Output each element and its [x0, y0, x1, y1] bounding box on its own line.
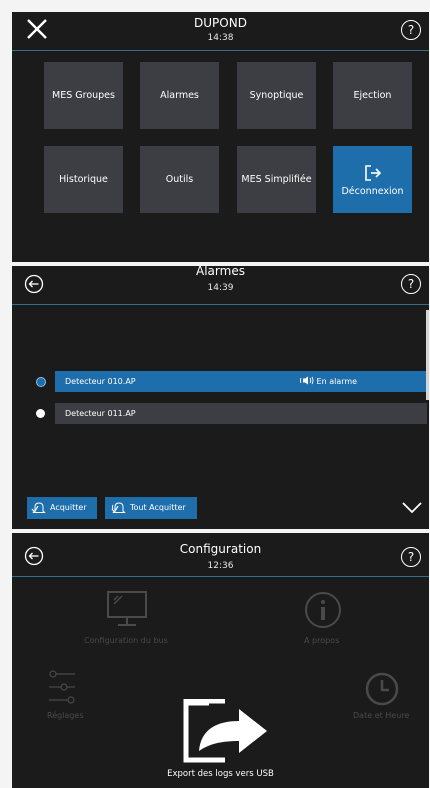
acquit-all-label: Tout Acquitter	[130, 503, 186, 512]
alarm-state: En alarme	[300, 371, 357, 392]
alarm-select-radio[interactable]	[36, 377, 46, 387]
alarm-state-text: En alarme	[316, 377, 358, 386]
page-title: DUPOND	[194, 16, 247, 30]
tile-label: Outils	[165, 174, 194, 185]
header-time: 14:38	[207, 33, 234, 43]
export-logs-label: Export des logs vers USB	[167, 769, 274, 779]
alarmes-button[interactable]: Alarmes	[140, 62, 219, 129]
configuration-header: Configuration 12:36 ?	[12, 533, 429, 577]
settings-button[interactable]	[48, 669, 76, 713]
tile-label: MES Groupes	[52, 90, 115, 101]
clock-icon	[365, 672, 399, 706]
historique-button[interactable]: Historique	[44, 146, 123, 213]
alarm-name: Detecteur 010.AP	[65, 377, 136, 386]
datetime-label: Date et Heure	[353, 711, 410, 720]
ejection-button[interactable]: Ejection	[333, 62, 412, 129]
about-label: A propos	[304, 636, 340, 645]
datetime-button[interactable]	[365, 672, 399, 710]
acquit-label: Acquitter	[50, 503, 87, 512]
tile-label: Alarmes	[160, 90, 199, 101]
bus-config-button[interactable]	[106, 590, 148, 634]
scroll-down-button[interactable]	[401, 500, 423, 519]
scrollbar[interactable]	[426, 310, 429, 400]
mes-groupes-button[interactable]: MES Groupes	[44, 62, 123, 129]
bus-config-label: Configuration du bus	[84, 636, 168, 645]
deconnexion-button[interactable]: Déconnexion	[333, 146, 412, 213]
main-menu-header: DUPOND 14:38 ?	[12, 12, 429, 51]
header-time: 12:36	[207, 561, 234, 571]
help-button[interactable]: ?	[401, 20, 421, 40]
tile-label: Synoptique	[249, 90, 304, 101]
page-title: Alarmes	[196, 266, 245, 278]
tile-label: Historique	[59, 174, 108, 185]
chevron-down-icon	[402, 502, 422, 514]
export-icon	[183, 698, 267, 763]
alarm-name: Detecteur 011.AP	[65, 409, 136, 418]
acquit-button[interactable]: Acquitter	[27, 497, 97, 519]
tile-label: Déconnexion	[341, 185, 404, 197]
logout-icon	[364, 164, 381, 181]
info-icon	[305, 592, 341, 628]
page-title: Configuration	[179, 542, 262, 556]
alarm-row[interactable]: Detecteur 010.AP En alarme	[55, 371, 427, 392]
help-button[interactable]: ?	[401, 274, 421, 294]
main-menu-panel: DUPOND 14:38 ? MES Groupes Alarmes Synop…	[12, 12, 429, 262]
about-button[interactable]	[304, 591, 342, 633]
help-icon: ?	[407, 277, 415, 291]
sliders-icon	[49, 670, 75, 704]
tile-label: Ejection	[353, 90, 392, 101]
export-logs-button[interactable]	[183, 698, 269, 767]
alarms-panel: Alarmes 14:39 ? Detecteur 010.AP En alar…	[12, 266, 429, 529]
acquit-all-button[interactable]: Tout Acquitter	[105, 497, 197, 519]
help-button[interactable]: ?	[401, 547, 421, 567]
help-icon: ?	[407, 550, 415, 564]
synoptique-button[interactable]: Synoptique	[237, 62, 316, 129]
alarm-row[interactable]: Detecteur 011.AP	[55, 403, 427, 424]
alarm-select-radio[interactable]	[36, 409, 45, 418]
monitor-icon	[107, 591, 147, 626]
outils-button[interactable]: Outils	[140, 146, 219, 213]
settings-label: Réglages	[47, 711, 84, 720]
header-time: 14:39	[207, 283, 234, 293]
bell-check-icon	[31, 502, 46, 514]
tile-label: MES Simplifiée	[241, 174, 312, 185]
help-icon: ?	[407, 23, 415, 37]
bell-check-all-icon	[111, 502, 126, 514]
alarms-header: Alarmes 14:39 ?	[12, 266, 429, 305]
siren-icon	[300, 376, 314, 385]
configuration-panel: Configuration 12:36 ? Configuration du b…	[12, 533, 429, 788]
mes-simplifiee-button[interactable]: MES Simplifiée	[237, 146, 316, 213]
